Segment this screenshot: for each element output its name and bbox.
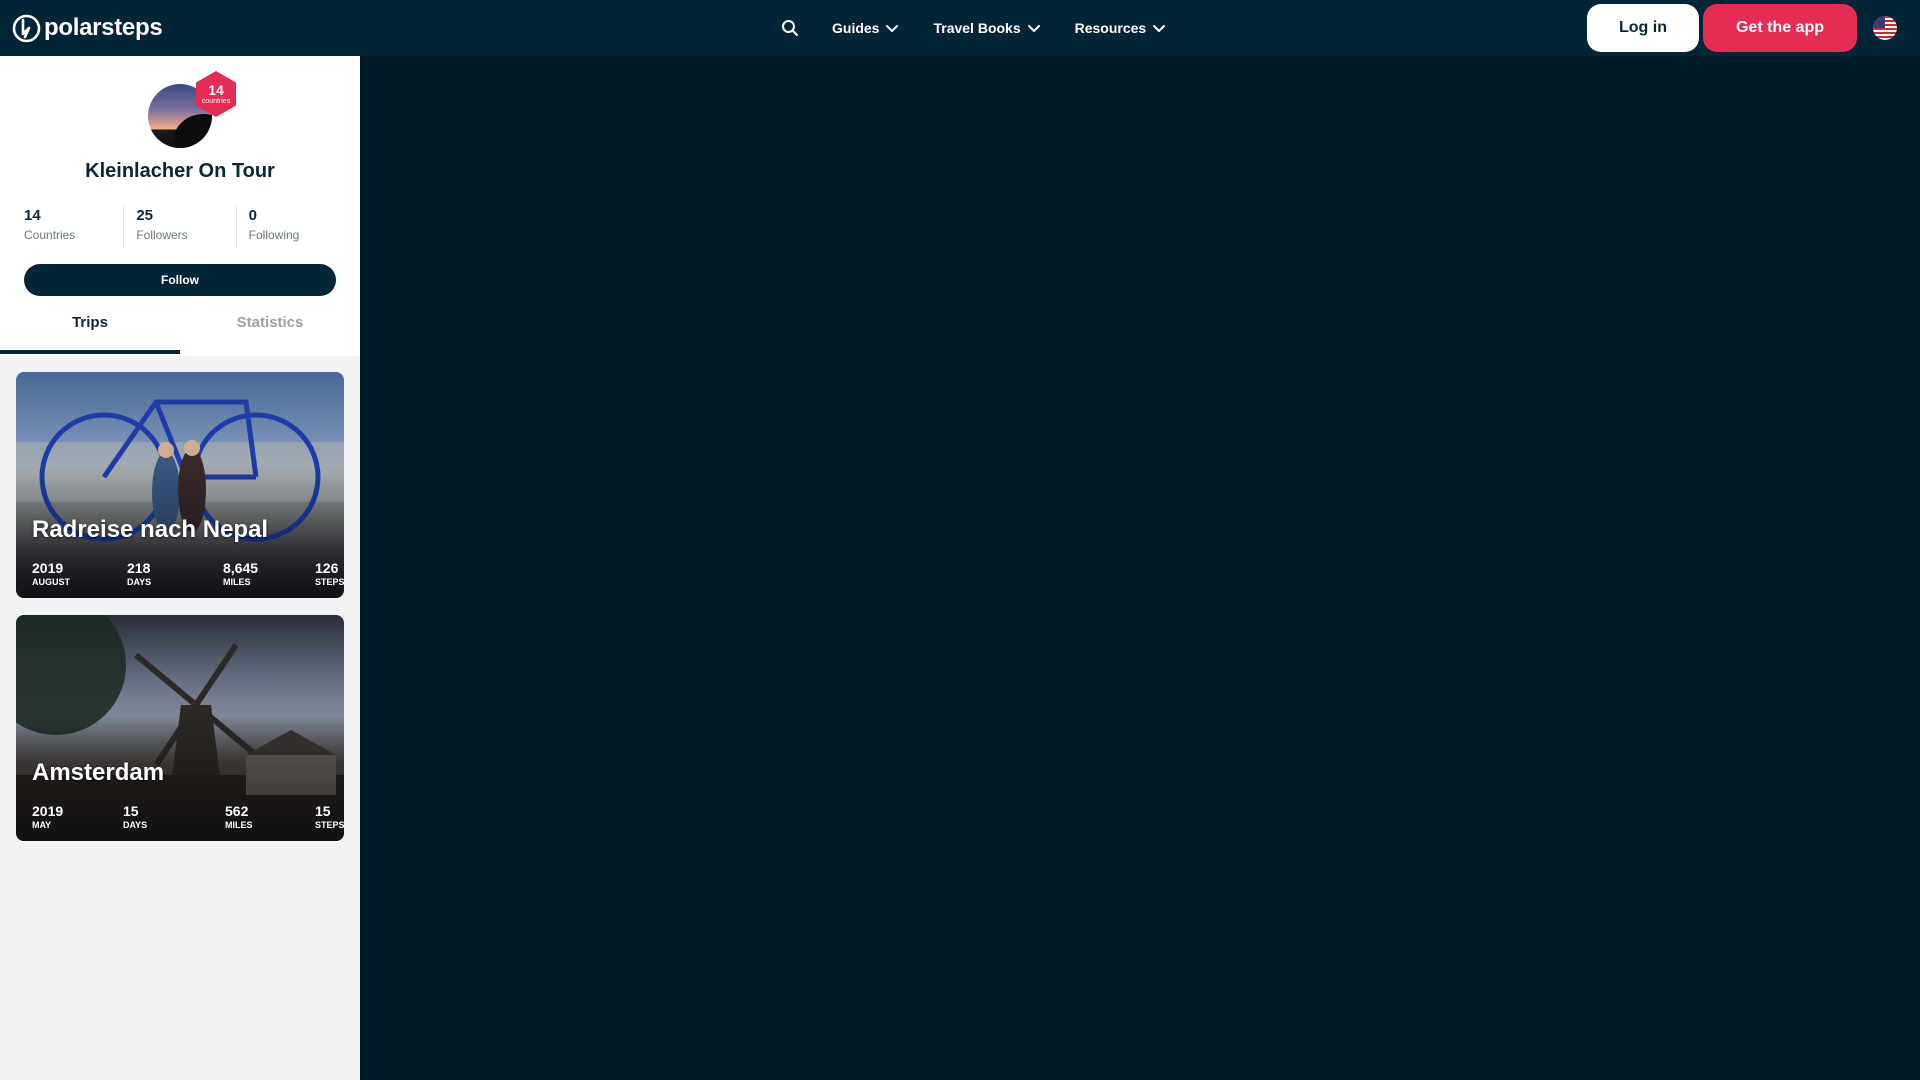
trip-steps-label: STEPS: [315, 820, 344, 830]
stat-value: 14: [24, 207, 41, 224]
trip-steps-value: 126: [315, 560, 339, 576]
trip-miles-value: 8,645: [223, 560, 259, 576]
polarsteps-logo-icon: [12, 14, 41, 42]
avatar-silhouette: [174, 114, 212, 148]
badge-label: countries: [201, 98, 231, 105]
chevron-down-icon: [1027, 25, 1040, 32]
follow-button[interactable]: Follow: [24, 264, 336, 296]
nav-resources[interactable]: Resources: [1075, 17, 1167, 39]
trip-miles: 562 MILES: [225, 803, 253, 831]
profile-sidebar: 14 countries Kleinlacher On Tour 14 Coun…: [0, 56, 360, 1080]
trip-steps-value: 15: [315, 803, 331, 819]
trip-month: AUGUST: [32, 577, 70, 587]
trip-year: 2019: [32, 560, 64, 576]
trip-days: 15 DAYS: [123, 803, 147, 831]
trip-date: 2019 AUGUST: [32, 560, 70, 588]
profile-name: Kleinlacher On Tour: [85, 160, 275, 182]
map-area[interactable]: [360, 56, 1920, 1080]
stat-label: Following: [248, 228, 300, 242]
polarsteps-logo[interactable]: polarsteps: [12, 13, 163, 43]
stat-following[interactable]: 0 Following: [237, 206, 348, 248]
trip-miles: 8,645 MILES: [223, 560, 258, 588]
stat-followers[interactable]: 25 Followers: [124, 206, 237, 248]
badge-count: 14: [208, 82, 224, 98]
trip-date: 2019 MAY: [32, 803, 63, 831]
tab-trips[interactable]: Trips: [0, 310, 180, 354]
tab-statistics[interactable]: Statistics: [180, 310, 360, 354]
trip-miles-value: 562: [225, 803, 249, 819]
stat-countries[interactable]: 14 Countries: [12, 206, 125, 248]
trip-miles-label: MILES: [225, 820, 253, 830]
trip-days-value: 15: [123, 803, 139, 819]
trip-days-label: DAYS: [127, 577, 152, 587]
nav-menu: Guides Travel Books Resources: [832, 17, 1166, 39]
logo-text: polarsteps: [44, 14, 163, 41]
top-navbar: polarsteps Guides Travel Books Resources…: [0, 0, 1920, 56]
trip-steps: 126 STEPS: [315, 560, 344, 588]
trip-meta: 2019 MAY 15 DAYS 562 MILES 15 STEPS: [32, 803, 344, 831]
trip-days-label: DAYS: [123, 820, 148, 830]
stat-label: Countries: [24, 228, 76, 242]
trip-meta: 2019 AUGUST 218 DAYS 8,645 MILES 126 STE…: [32, 560, 344, 588]
nav-guides[interactable]: Guides: [832, 17, 899, 39]
search-icon[interactable]: [780, 18, 800, 38]
stat-label: Followers: [136, 228, 188, 242]
profile-tabs: Trips Statistics: [0, 310, 360, 354]
chevron-down-icon: [1153, 25, 1166, 32]
nav-travel-books-label: Travel Books: [933, 20, 1021, 36]
profile-header: 14 countries Kleinlacher On Tour 14 Coun…: [0, 56, 360, 356]
trip-year: 2019: [32, 803, 64, 819]
trip-card[interactable]: Amsterdam 2019 MAY 15 DAYS 562 MILES 15 …: [16, 615, 344, 841]
trip-days: 218 DAYS: [127, 560, 151, 588]
login-button[interactable]: Log in: [1587, 4, 1699, 52]
trip-steps: 15 STEPS: [315, 803, 344, 831]
us-flag-icon[interactable]: [1873, 16, 1897, 40]
nav-guides-label: Guides: [832, 20, 880, 36]
trip-title: Amsterdam: [32, 759, 165, 786]
profile-stats: 14 Countries 25 Followers 0 Following: [12, 206, 348, 248]
trip-card[interactable]: Radreise nach Nepal 2019 AUGUST 218 DAYS…: [16, 372, 344, 598]
countries-badge: 14 countries: [194, 70, 238, 118]
trip-title: Radreise nach Nepal: [32, 516, 269, 543]
trip-steps-label: STEPS: [315, 577, 344, 587]
nav-resources-label: Resources: [1074, 20, 1147, 36]
stat-value: 0: [248, 207, 257, 224]
get-the-app-button[interactable]: Get the app: [1703, 4, 1857, 52]
trip-month: MAY: [32, 820, 52, 830]
chevron-down-icon: [886, 25, 899, 32]
stat-value: 25: [136, 207, 154, 224]
nav-travel-books[interactable]: Travel Books: [933, 17, 1040, 39]
trip-days-value: 218: [127, 560, 151, 576]
trip-miles-label: MILES: [223, 577, 251, 587]
